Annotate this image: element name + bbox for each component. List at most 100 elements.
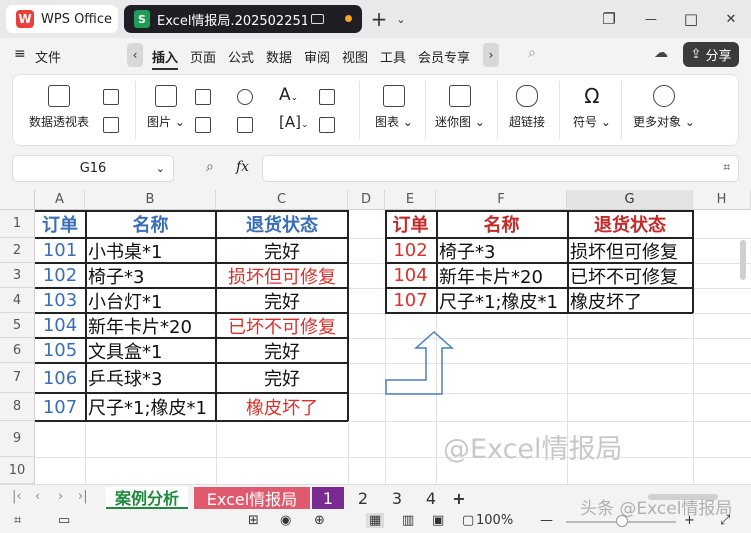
table-cell[interactable]: 椅子*3: [85, 263, 216, 288]
table-cell[interactable]: 小台灯*1: [85, 288, 216, 313]
column-header-selected[interactable]: G: [567, 190, 693, 210]
minimize-button[interactable]: —: [640, 8, 662, 30]
crosshair-icon[interactable]: ⊕: [314, 513, 325, 528]
search-icon[interactable]: ⌕: [528, 45, 536, 61]
add-sheet-button[interactable]: +: [448, 487, 470, 509]
tab-document[interactable]: S Excel情报局.20250225170816: [124, 5, 362, 33]
table-cell[interactable]: 小书桌*1: [85, 238, 216, 263]
sheet-tab[interactable]: 2: [350, 487, 376, 509]
column-header[interactable]: A: [35, 190, 85, 210]
chart-button[interactable]: 图表 ⌄: [375, 85, 413, 130]
table-header-cell[interactable]: 订单: [35, 210, 85, 238]
row-header[interactable]: 10: [0, 457, 35, 484]
share-button[interactable]: ⇪ 分享: [683, 42, 739, 67]
table-cell[interactable]: 损坏但可修复: [216, 263, 348, 288]
table-cell[interactable]: 完好: [216, 238, 348, 263]
sheet-tab-active[interactable]: 案例分析: [106, 487, 188, 509]
row-header[interactable]: 1: [0, 210, 35, 238]
hamburger-menu-icon[interactable]: ≡: [14, 46, 26, 62]
tab-wps-office[interactable]: W WPS Office: [6, 5, 118, 33]
expand-formula-icon[interactable]: ⌗: [723, 160, 730, 175]
table-cell[interactable]: 椅子*3: [436, 238, 567, 263]
row-header[interactable]: 9: [0, 421, 35, 457]
new-tab-button[interactable]: +: [368, 7, 390, 31]
flowchart-icon[interactable]: [319, 117, 335, 133]
menu-scroll-left-button[interactable]: ‹: [127, 43, 143, 67]
table-cell[interactable]: 107: [385, 288, 436, 313]
table-cell[interactable]: 106: [35, 363, 85, 393]
menu-insert[interactable]: 插入: [152, 47, 179, 70]
table-cell[interactable]: 新年卡片*20: [85, 313, 216, 338]
table-icon[interactable]: [103, 89, 119, 105]
text-icon[interactable]: A⌄: [279, 85, 298, 105]
pivot-table-button[interactable]: 数据透视表: [29, 85, 89, 130]
table-cell[interactable]: 完好: [216, 363, 348, 393]
table-cell[interactable]: 107: [35, 393, 85, 421]
hyperlink-button[interactable]: 超链接: [509, 85, 545, 130]
column-header[interactable]: B: [85, 190, 216, 210]
table-cell[interactable]: 104: [385, 263, 436, 288]
row-header[interactable]: 5: [0, 313, 35, 338]
vertical-scrollbar[interactable]: [740, 240, 746, 280]
table-grid-icon[interactable]: [103, 117, 119, 133]
column-header[interactable]: C: [216, 190, 348, 210]
table-header-cell[interactable]: 订单: [385, 210, 436, 238]
row-header[interactable]: 7: [0, 363, 35, 393]
menu-review[interactable]: 审阅: [304, 47, 330, 66]
connector-icon[interactable]: [319, 89, 335, 105]
close-button[interactable]: ✕: [720, 8, 742, 30]
text-box-icon[interactable]: [A]⌄: [279, 113, 309, 131]
menu-scroll-right-button[interactable]: ›: [483, 43, 499, 67]
row-header[interactable]: 6: [0, 338, 35, 363]
table-style-icon[interactable]: ⊞: [248, 513, 259, 528]
sheet-tab[interactable]: 1: [312, 487, 344, 509]
menu-formula[interactable]: 公式: [228, 47, 254, 66]
cloud-sync-icon[interactable]: ☁: [654, 45, 668, 61]
menu-page[interactable]: 页面: [190, 47, 216, 66]
page-break-view-icon[interactable]: ▣: [432, 513, 444, 528]
select-all-corner[interactable]: [0, 190, 35, 210]
table-cell[interactable]: 尺子*1;橡皮*1: [436, 288, 567, 313]
menu-view[interactable]: 视图: [342, 47, 368, 66]
table-cell[interactable]: 完好: [216, 338, 348, 363]
zoom-level[interactable]: 100%: [476, 513, 513, 528]
first-sheet-icon[interactable]: |‹: [12, 489, 22, 504]
up-arrow-shape[interactable]: [380, 328, 460, 400]
table-cell[interactable]: 102: [35, 263, 85, 288]
document-icon[interactable]: [195, 89, 211, 105]
formula-input[interactable]: ⌗: [262, 155, 739, 182]
sheet-tab[interactable]: Excel情报局: [194, 487, 310, 509]
next-sheet-icon[interactable]: ›: [58, 489, 63, 504]
table-cell[interactable]: 103: [35, 288, 85, 313]
smart-art-icon[interactable]: [237, 117, 253, 133]
menu-tools[interactable]: 工具: [380, 47, 406, 66]
column-header[interactable]: F: [436, 190, 567, 210]
zoom-out-icon[interactable]: —: [540, 513, 553, 528]
name-box[interactable]: G16 ⌄: [12, 155, 174, 182]
sheet-tab[interactable]: 3: [384, 487, 410, 509]
row-header[interactable]: 3: [0, 263, 35, 288]
more-objects-button[interactable]: 更多对象 ⌄: [633, 85, 695, 130]
table-cell[interactable]: 已坏不可修复: [567, 263, 693, 288]
last-sheet-icon[interactable]: ›|: [78, 489, 88, 504]
tab-list-chevron-icon[interactable]: ⌄: [390, 8, 412, 30]
zoom-formula-icon[interactable]: ⌕: [206, 159, 214, 175]
table-cell[interactable]: 101: [35, 238, 85, 263]
row-header[interactable]: 4: [0, 288, 35, 313]
row-header[interactable]: 2: [0, 238, 35, 263]
table-cell[interactable]: 橡皮坏了: [567, 288, 693, 313]
column-header[interactable]: D: [348, 190, 385, 210]
picture-button[interactable]: 图片 ⌄: [147, 85, 185, 130]
fx-icon[interactable]: fx: [236, 159, 249, 175]
sheet-tab[interactable]: 4: [418, 487, 444, 509]
spreadsheet-grid[interactable]: A B C D E F G H 1 2 3 4 5 6 7 8 9 10 订单 …: [0, 190, 751, 484]
eye-icon[interactable]: ◉: [280, 513, 291, 528]
table-cell[interactable]: 新年卡片*20: [436, 263, 567, 288]
page-layout-view-icon[interactable]: ▥: [402, 513, 414, 528]
reading-mode-icon[interactable]: ▢: [462, 513, 474, 528]
macro-record-icon[interactable]: ⌗: [14, 513, 21, 528]
sheet-settings-icon[interactable]: ▭: [58, 513, 70, 528]
table-cell[interactable]: 105: [35, 338, 85, 363]
shapes-icon[interactable]: [237, 89, 253, 105]
table-header-cell[interactable]: 名称: [85, 210, 216, 238]
